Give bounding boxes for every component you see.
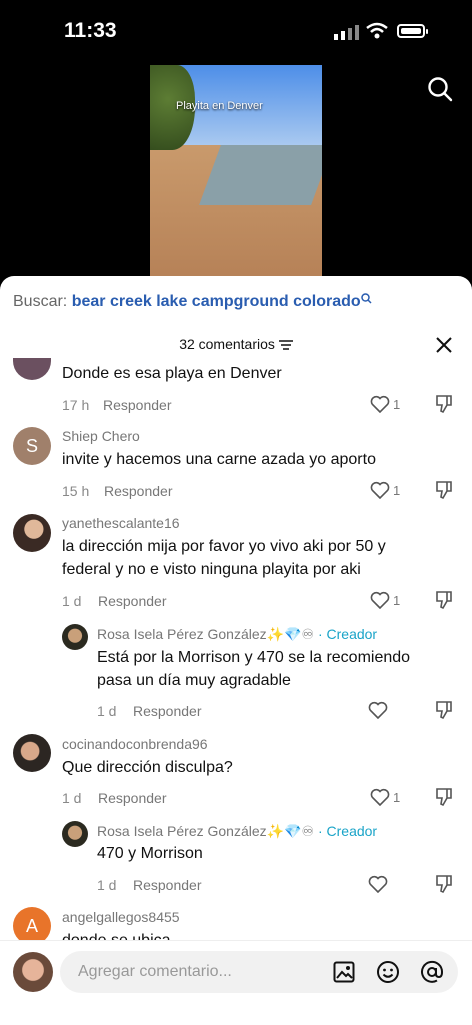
avatar[interactable] bbox=[13, 734, 51, 772]
like-count: 1 bbox=[393, 593, 401, 608]
comment-text: Que dirección disculpa? bbox=[62, 759, 233, 776]
heart-icon[interactable] bbox=[368, 701, 388, 719]
comment-time: 17 h bbox=[62, 397, 90, 413]
dislike-icon[interactable] bbox=[434, 480, 454, 500]
heart-icon[interactable] bbox=[370, 788, 390, 806]
creator-badge: · Creador bbox=[317, 823, 378, 839]
creator-badge: · Creador bbox=[317, 626, 378, 642]
comment-username[interactable]: Rosa Isela Pérez González✨💎♾ · Creador bbox=[97, 626, 377, 643]
search-query[interactable]: bear creek lake campground colorado bbox=[72, 293, 361, 310]
status-bar: 11:33 bbox=[0, 0, 472, 60]
avatar[interactable] bbox=[13, 514, 51, 552]
comment-username[interactable]: yanethescalante16 bbox=[62, 515, 180, 531]
heart-icon[interactable] bbox=[370, 481, 390, 499]
avatar[interactable] bbox=[13, 358, 51, 380]
emoji-icon[interactable] bbox=[376, 960, 400, 984]
dislike-icon[interactable] bbox=[434, 874, 454, 894]
battery-icon bbox=[397, 24, 428, 38]
creator-name[interactable]: Rosa Isela Pérez González✨💎♾ bbox=[97, 823, 314, 839]
reply-button[interactable]: Responder bbox=[98, 790, 167, 806]
like-count: 1 bbox=[393, 790, 401, 805]
search-prefix: Buscar: bbox=[13, 293, 68, 310]
signal-icon bbox=[334, 25, 359, 40]
clock: 11:33 bbox=[64, 19, 117, 42]
comment-time: 1 d bbox=[62, 593, 82, 609]
dislike-icon[interactable] bbox=[434, 787, 454, 807]
comment-text: Donde es esa playa en Denver bbox=[62, 365, 282, 382]
comment-input-bar: Agregar comentario... bbox=[0, 940, 472, 1025]
dislike-icon[interactable] bbox=[434, 590, 454, 610]
reply-button[interactable]: Responder bbox=[98, 593, 167, 609]
comments-count: 32 comentarios bbox=[0, 336, 472, 352]
heart-icon[interactable] bbox=[368, 875, 388, 893]
like-count: 1 bbox=[393, 483, 401, 498]
comment-username[interactable]: cocinandoconbrenda96 bbox=[62, 736, 208, 752]
avatar[interactable] bbox=[62, 821, 88, 847]
comment-text: invite y hacemos una carne azada yo apor… bbox=[62, 451, 376, 468]
image-icon[interactable] bbox=[333, 961, 355, 983]
search-suggestion[interactable]: Buscar: bear creek lake campground color… bbox=[13, 293, 372, 311]
comment-username[interactable]: Shiep Chero bbox=[62, 428, 140, 444]
comment-text: la dirección mija por favor yo vivo aki … bbox=[62, 538, 386, 578]
comment-time: 15 h bbox=[62, 483, 90, 499]
like-count: 1 bbox=[393, 397, 401, 412]
comment-time: 1 d bbox=[62, 790, 82, 806]
close-icon[interactable] bbox=[435, 336, 453, 354]
comment-time: 1 d bbox=[97, 703, 117, 719]
comment-username[interactable]: Rosa Isela Pérez González✨💎♾ · Creador bbox=[97, 823, 377, 840]
dislike-icon[interactable] bbox=[434, 394, 454, 414]
comment-username[interactable]: angelgallegos8455 bbox=[62, 909, 180, 925]
heart-icon[interactable] bbox=[370, 395, 390, 413]
reply-button[interactable]: Responder bbox=[133, 703, 202, 719]
comment-text: Está por la Morrison y 470 se la recomie… bbox=[97, 649, 411, 689]
creator-name[interactable]: Rosa Isela Pérez González✨💎♾ bbox=[97, 626, 314, 642]
comments-count-label: 32 comentarios bbox=[179, 336, 275, 352]
comment-text: 470 y Morrison bbox=[97, 845, 203, 862]
search-icon bbox=[360, 293, 372, 304]
comment-input-placeholder: Agregar comentario... bbox=[78, 963, 232, 980]
filter-icon[interactable] bbox=[278, 339, 293, 351]
comment-input[interactable]: Agregar comentario... bbox=[60, 951, 458, 993]
search-icon[interactable] bbox=[427, 76, 453, 102]
comment-time: 1 d bbox=[97, 877, 117, 893]
mention-icon[interactable] bbox=[420, 960, 444, 984]
wifi-icon bbox=[366, 22, 388, 39]
heart-icon[interactable] bbox=[370, 591, 390, 609]
reply-button[interactable]: Responder bbox=[104, 483, 173, 499]
video-thumbnail[interactable]: Playita en Denver bbox=[150, 65, 322, 277]
dislike-icon[interactable] bbox=[434, 700, 454, 720]
avatar[interactable]: S bbox=[13, 427, 51, 465]
reply-button[interactable]: Responder bbox=[103, 397, 172, 413]
comments-sheet: Buscar: bear creek lake campground color… bbox=[0, 276, 472, 1024]
reply-button[interactable]: Responder bbox=[133, 877, 202, 893]
avatar[interactable] bbox=[62, 624, 88, 650]
avatar[interactable] bbox=[13, 952, 53, 992]
video-caption: Playita en Denver bbox=[176, 100, 263, 112]
